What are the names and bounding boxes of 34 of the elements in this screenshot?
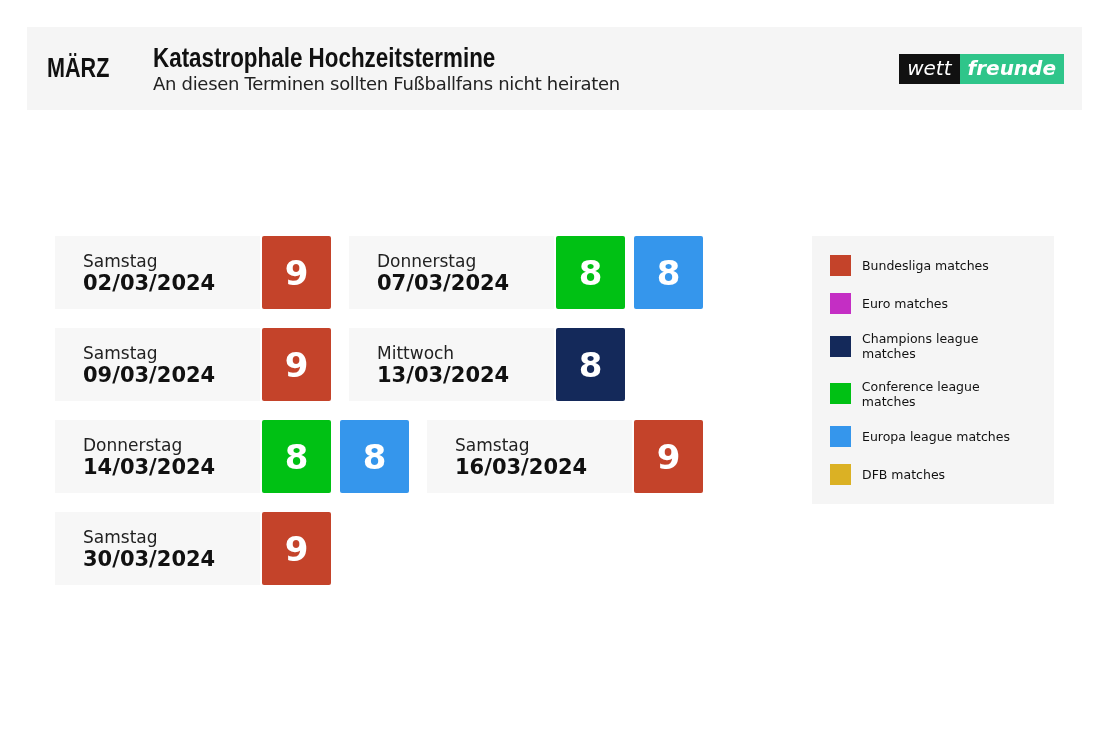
weekday-label: Samstag xyxy=(83,342,159,363)
date-label: 16/03/2024 xyxy=(455,454,589,479)
legend-label: Europa league matches xyxy=(862,428,1010,444)
legend-label: Conference league matches xyxy=(861,378,981,409)
weekday-label: Donnerstag xyxy=(83,434,184,455)
logo-word: freunde xyxy=(959,53,1064,84)
match-count-badge: 9 xyxy=(634,420,703,493)
match-count-badge: 8 xyxy=(340,420,409,493)
legend-label: DFB matches xyxy=(862,466,946,482)
date-label: 07/03/2024 xyxy=(377,270,511,295)
match-count-badge: 9 xyxy=(262,328,331,401)
page-title: Katastrophale Hochzeitstermine xyxy=(153,43,497,73)
match-count-badge: 8 xyxy=(556,236,625,309)
month-label: MÄRZ xyxy=(47,53,111,84)
date-label: 09/03/2024 xyxy=(83,362,217,387)
weekday-label: Donnerstag xyxy=(377,250,478,271)
weekday-label: Samstag xyxy=(83,250,159,271)
match-count-badge: 8 xyxy=(634,236,703,309)
page-subtitle: An diesen Terminen sollten Fußballfans nicht heiraten xyxy=(153,73,621,94)
match-count-badge: 9 xyxy=(262,512,331,585)
legend-label: Euro matches xyxy=(862,296,949,312)
legend-label: Champions league matches xyxy=(862,331,980,362)
logo-word: wett xyxy=(899,53,960,84)
weekday-label: Samstag xyxy=(455,434,531,455)
match-count-badge: 9 xyxy=(262,236,331,309)
date-label: 02/03/2024 xyxy=(83,270,217,295)
match-count-badge: 8 xyxy=(556,328,625,401)
date-label: 13/03/2024 xyxy=(377,362,511,387)
match-count-badge: 8 xyxy=(262,420,331,493)
legend-label: Bundesliga matches xyxy=(862,258,989,273)
weekday-label: Mittwoch xyxy=(377,342,456,363)
date-label: 30/03/2024 xyxy=(83,546,217,571)
weekday-label: Samstag xyxy=(83,526,159,547)
date-label: 14/03/2024 xyxy=(83,454,217,479)
